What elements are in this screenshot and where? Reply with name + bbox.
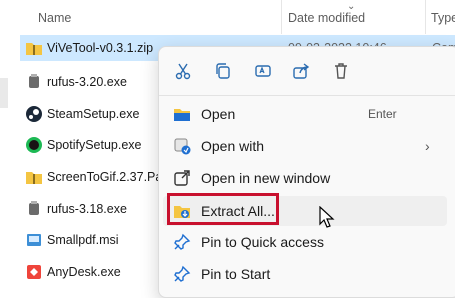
menu-shortcut: Enter bbox=[368, 107, 397, 121]
zip-folder-icon bbox=[26, 43, 42, 55]
new-window-icon bbox=[174, 170, 190, 186]
column-divider[interactable] bbox=[281, 0, 282, 34]
pin-icon bbox=[174, 233, 191, 250]
rufus-usb-icon bbox=[29, 74, 39, 88]
mouse-pointer-icon bbox=[319, 206, 335, 228]
spotify-icon bbox=[26, 137, 42, 153]
file-name: AnyDesk.exe bbox=[47, 265, 121, 279]
cut-button[interactable] bbox=[169, 57, 197, 85]
chevron-right-icon: › bbox=[425, 138, 430, 154]
column-header: Name ⌄ Date modified Type bbox=[0, 0, 455, 34]
menu-label: Pin to Start bbox=[201, 266, 271, 282]
column-date-modified[interactable]: Date modified bbox=[288, 11, 365, 25]
steam-icon bbox=[26, 106, 42, 122]
rufus-usb-icon bbox=[29, 201, 39, 215]
column-name[interactable]: Name bbox=[38, 11, 71, 25]
column-divider[interactable] bbox=[425, 0, 426, 34]
extract-icon bbox=[174, 206, 190, 218]
open-with-icon bbox=[174, 138, 191, 155]
nav-pane-edge bbox=[0, 78, 8, 108]
menu-label: Extract All... bbox=[201, 203, 275, 219]
delete-icon bbox=[335, 63, 347, 79]
msi-installer-icon bbox=[27, 234, 41, 246]
rename-icon bbox=[255, 65, 271, 77]
file-name: SpotifySetup.exe bbox=[47, 138, 142, 152]
menu-label: Open with bbox=[201, 138, 265, 154]
rename-button[interactable] bbox=[249, 57, 277, 85]
share-icon bbox=[293, 63, 310, 79]
menu-item-open[interactable]: Open Enter bbox=[163, 99, 447, 129]
menu-item-open-with[interactable]: Open with › bbox=[163, 131, 447, 161]
anydesk-icon bbox=[27, 265, 41, 279]
context-menu: Open Enter Open with › Open in new windo… bbox=[158, 46, 455, 298]
menu-label: Open bbox=[201, 106, 236, 122]
copy-icon bbox=[216, 63, 230, 79]
delete-button[interactable] bbox=[327, 57, 355, 85]
folder-open-icon bbox=[174, 109, 190, 121]
file-name: rufus-3.18.exe bbox=[47, 202, 127, 216]
file-name: Smallpdf.msi bbox=[47, 233, 119, 247]
file-name: rufus-3.20.exe bbox=[47, 75, 127, 89]
menu-label: Pin to Quick access bbox=[201, 234, 324, 250]
quick-actions-bar bbox=[159, 47, 455, 95]
menu-divider bbox=[159, 95, 455, 96]
zip-folder-icon bbox=[26, 172, 42, 184]
pin-icon bbox=[174, 265, 191, 282]
menu-item-pin-quick-access[interactable]: Pin to Quick access bbox=[163, 227, 447, 257]
file-name: ScreenToGif.2.37.Pack bbox=[47, 170, 175, 184]
menu-label: Open in new window bbox=[201, 170, 331, 186]
cut-icon bbox=[175, 63, 191, 80]
column-type[interactable]: Type bbox=[431, 11, 455, 25]
menu-item-extract-all[interactable]: Extract All... bbox=[163, 193, 447, 226]
menu-item-open-new-window[interactable]: Open in new window bbox=[163, 163, 447, 193]
copy-button[interactable] bbox=[209, 57, 237, 85]
share-button[interactable] bbox=[287, 57, 315, 85]
file-explorer: Name ⌄ Date modified Type ViVeTool-v0.3.… bbox=[0, 0, 455, 298]
menu-item-pin-start[interactable]: Pin to Start bbox=[163, 259, 447, 289]
file-name: ViVeTool-v0.3.1.zip bbox=[47, 41, 154, 55]
file-name: SteamSetup.exe bbox=[47, 107, 140, 121]
